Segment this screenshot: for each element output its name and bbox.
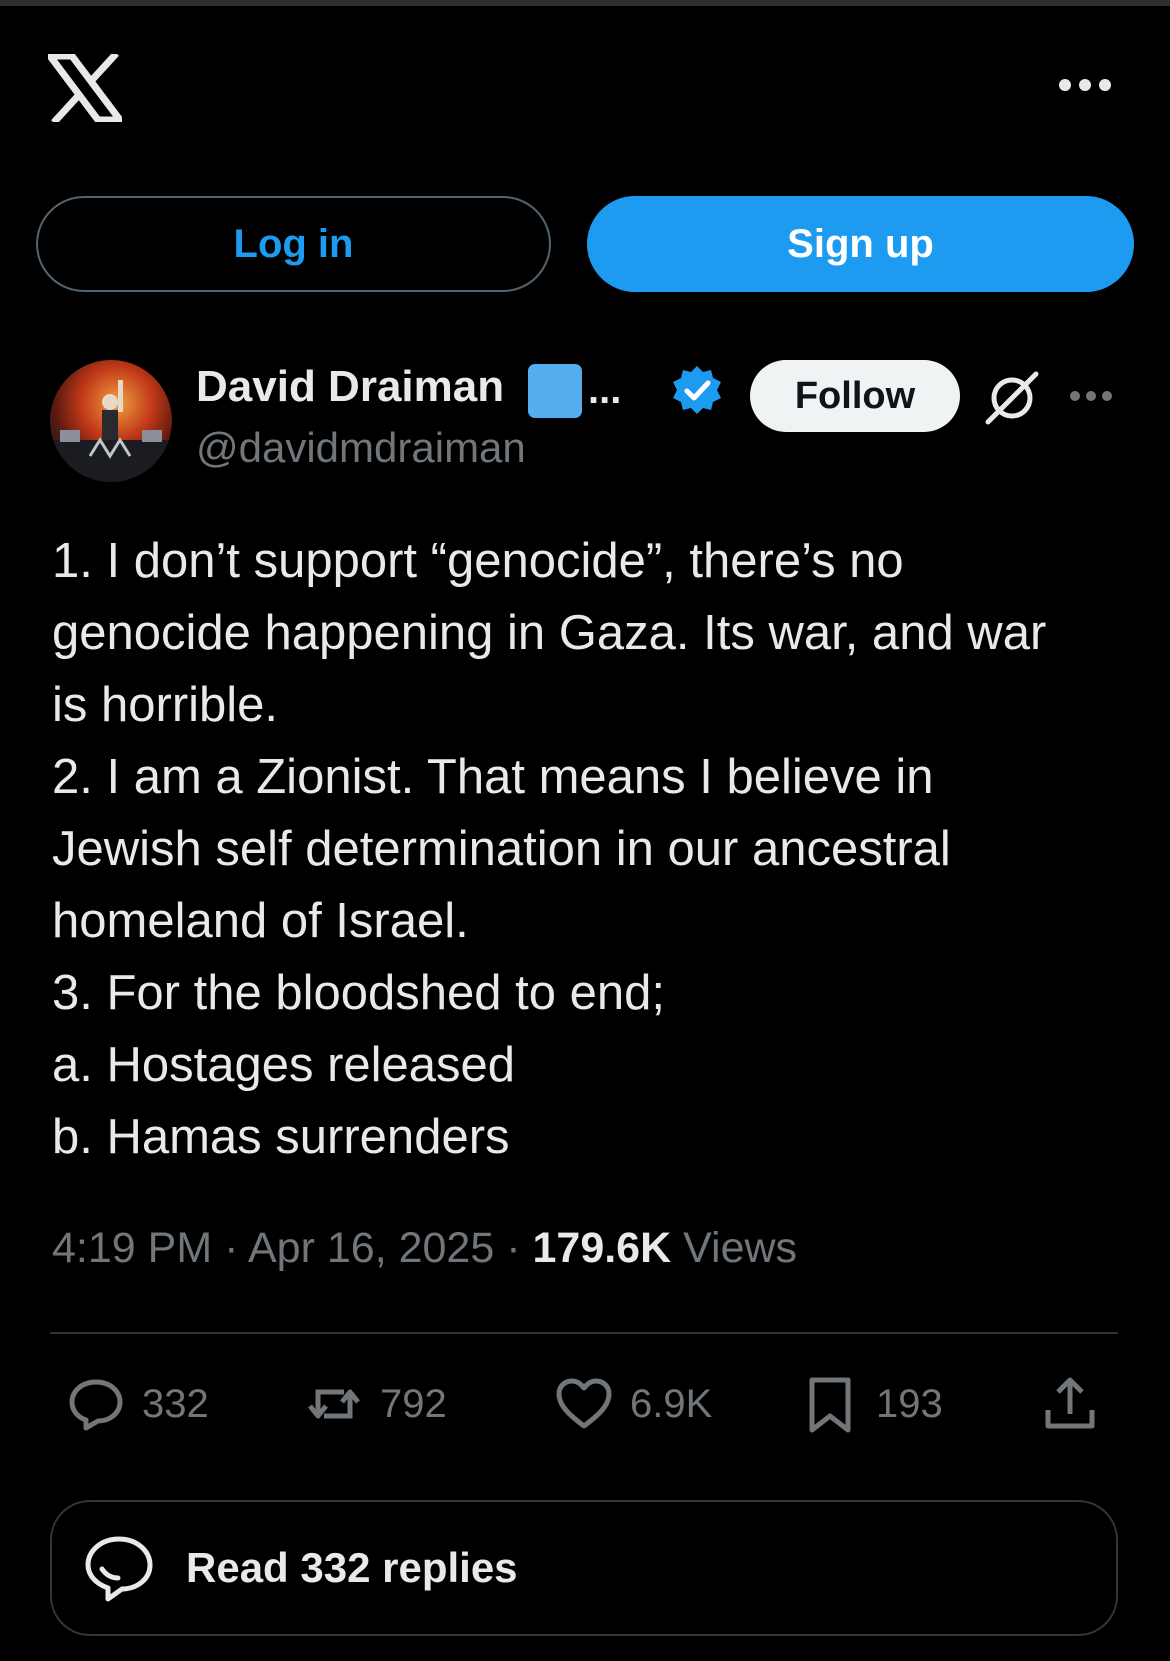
status-divider	[0, 0, 1170, 6]
post-time[interactable]: 4:19 PM	[52, 1224, 212, 1272]
reply-count: 332	[142, 1381, 209, 1426]
repost-button[interactable]: 792	[304, 1372, 447, 1436]
more-horizontal-icon[interactable]	[1055, 70, 1115, 100]
name-truncation: ...	[588, 368, 622, 412]
bookmark-count: 193	[876, 1381, 943, 1426]
heart-icon	[556, 1378, 612, 1429]
views-label: Views	[683, 1224, 798, 1272]
post-text: 1. I don’t support “genocide”, there’s n…	[52, 525, 1132, 1173]
like-button[interactable]: 6.9K	[554, 1372, 712, 1436]
like-count: 6.9K	[630, 1381, 713, 1426]
avatar-image	[50, 380, 172, 482]
post-meta: 4:19 PM · Apr 16, 2025 · 179.6K Views	[52, 1224, 797, 1273]
avatar[interactable]	[50, 360, 172, 482]
x-logo-icon[interactable]	[48, 54, 122, 122]
grok-icon[interactable]	[984, 370, 1040, 426]
verified-badge-icon	[673, 366, 721, 414]
meta-separator: ·	[224, 1224, 239, 1272]
meta-separator: ·	[506, 1224, 521, 1272]
post-line: 1. I don’t support “genocide”, there’s n…	[52, 534, 904, 588]
author-name[interactable]: David Draiman	[196, 362, 504, 412]
post-line: b. Hamas surrenders	[52, 1110, 510, 1164]
top-bar	[0, 40, 1170, 130]
post-line: is horrible.	[52, 678, 279, 732]
replies-bubble-icon	[85, 1536, 153, 1602]
blue-square-emoji	[528, 364, 582, 418]
post-line: homeland of Israel.	[52, 894, 469, 948]
repost-count: 792	[380, 1381, 447, 1426]
post-line: 2. I am a Zionist. That means I believe …	[52, 750, 934, 804]
repost-icon	[308, 1389, 360, 1419]
reply-icon	[69, 1379, 123, 1431]
login-button[interactable]: Log in	[36, 196, 551, 292]
post-more-icon[interactable]	[1068, 384, 1114, 408]
share-button[interactable]	[1040, 1372, 1116, 1436]
reply-button[interactable]: 332	[66, 1372, 209, 1436]
post-line: genocide happening in Gaza. Its war, and…	[52, 606, 1047, 660]
author-handle[interactable]: @davidmdraiman	[196, 424, 526, 472]
read-replies-button[interactable]: Read 332 replies	[50, 1500, 1118, 1636]
follow-button[interactable]: Follow	[750, 360, 960, 432]
bookmark-button[interactable]: 193	[800, 1372, 943, 1436]
post-date[interactable]: Apr 16, 2025	[248, 1224, 494, 1272]
divider	[50, 1332, 1118, 1334]
views-count: 179.6K	[532, 1224, 672, 1272]
post-line: a. Hostages released	[52, 1038, 516, 1092]
signup-button[interactable]: Sign up	[587, 196, 1134, 292]
read-replies-label: Read 332 replies	[186, 1544, 518, 1591]
post-line: 3. For the bloodshed to end;	[52, 966, 665, 1020]
bookmark-icon	[809, 1377, 851, 1433]
post-line: Jewish self determination in our ancestr…	[52, 822, 951, 876]
share-icon	[1045, 1377, 1095, 1429]
